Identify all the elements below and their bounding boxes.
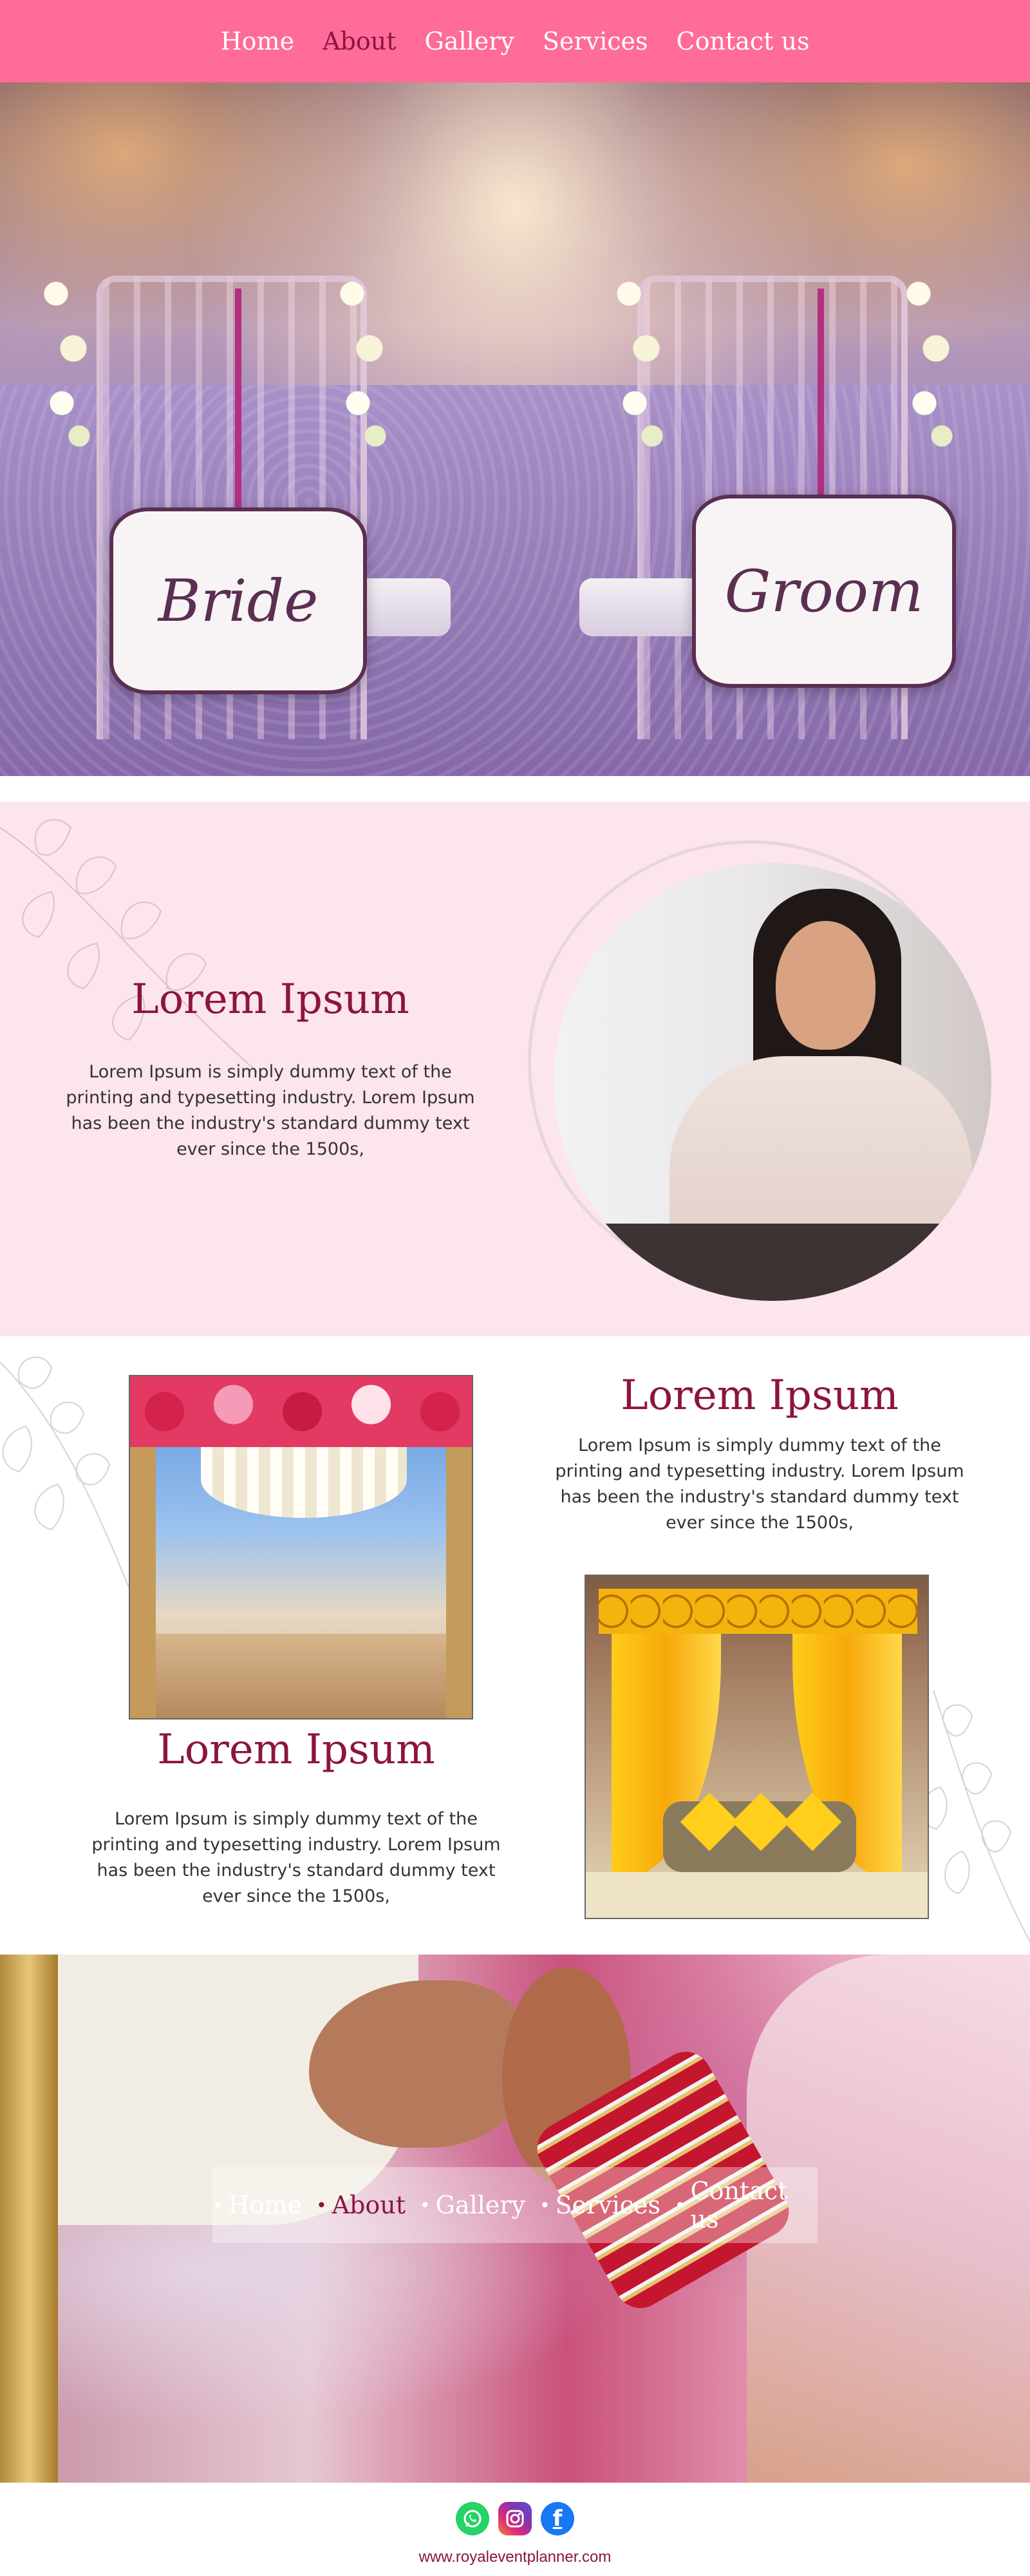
hero-flowers (612, 250, 670, 469)
feature-right-text: Lorem Ipsum is simply dummy text of the … (555, 1435, 964, 1533)
bottom-nav: • Home • About • Gallery • Services • Contact… (212, 2167, 818, 2243)
groom-sign: Groom (692, 495, 956, 688)
about-text: Lorem Ipsum is simply dummy text of the … (66, 1062, 475, 1159)
nav-contact-link[interactable]: Contact us (677, 27, 810, 55)
bottom-nav-gallery-link[interactable]: • Gallery (420, 2191, 525, 2219)
leaf-decoration (922, 1690, 1030, 1942)
leaf-decoration (0, 819, 258, 1073)
mandap-floral-image (129, 1375, 473, 1719)
wedding-hands-banner: • Home • About • Gallery • Services • Contact… (0, 1955, 1030, 2483)
website-url[interactable]: www.royaleventplanner.com (0, 2548, 1030, 2566)
hero-ribbon (818, 289, 824, 520)
nav-gallery-link[interactable]: Gallery (424, 27, 514, 55)
social-links: f (0, 2502, 1030, 2535)
groom-sign-text: Groom (724, 557, 924, 625)
bride-sign-text: Bride (158, 567, 319, 635)
about-section: Lorem Ipsum Lorem Ipsum is simply dummy … (0, 802, 1030, 1336)
nav-home-link[interactable]: Home (221, 27, 295, 55)
banner-sword (0, 1955, 58, 2483)
feature-left-title: Lorem Ipsum (157, 1726, 435, 1774)
about-title: Lorem Ipsum (131, 976, 409, 1023)
bride-sign: Bride (109, 507, 367, 694)
bottom-nav-services-link[interactable]: • Services (539, 2191, 660, 2219)
footer: f www.royaleventplanner.com (0, 2483, 1030, 2576)
bottom-nav-about-link[interactable]: • About (316, 2191, 406, 2219)
nav-about-link[interactable]: About (323, 27, 396, 55)
top-nav: Home About Gallery Services Contact us (0, 0, 1030, 82)
nav-services-link[interactable]: Services (543, 27, 648, 55)
features-section: Lorem Ipsum Lorem Ipsum is simply dummy … (0, 1336, 1030, 1955)
feature-left-text: Lorem Ipsum is simply dummy text of the … (91, 1809, 501, 1906)
feature-right-title: Lorem Ipsum (621, 1372, 899, 1419)
hero-flowers (335, 250, 393, 469)
whatsapp-icon[interactable] (456, 2502, 489, 2535)
hero-image: Bride Groom (0, 82, 1030, 776)
hero-ribbon (235, 289, 241, 520)
facebook-icon[interactable]: f (541, 2502, 574, 2535)
mandap-yellow-image (585, 1575, 929, 1919)
bottom-nav-contact-link[interactable]: • Contact us (675, 2177, 818, 2233)
hero-flowers (901, 250, 959, 469)
hero-flowers (39, 250, 97, 469)
planner-portrait (554, 863, 991, 1301)
bottom-nav-home-link[interactable]: • Home (212, 2191, 302, 2219)
leaf-decoration (0, 1356, 129, 1588)
instagram-icon[interactable] (498, 2502, 532, 2535)
